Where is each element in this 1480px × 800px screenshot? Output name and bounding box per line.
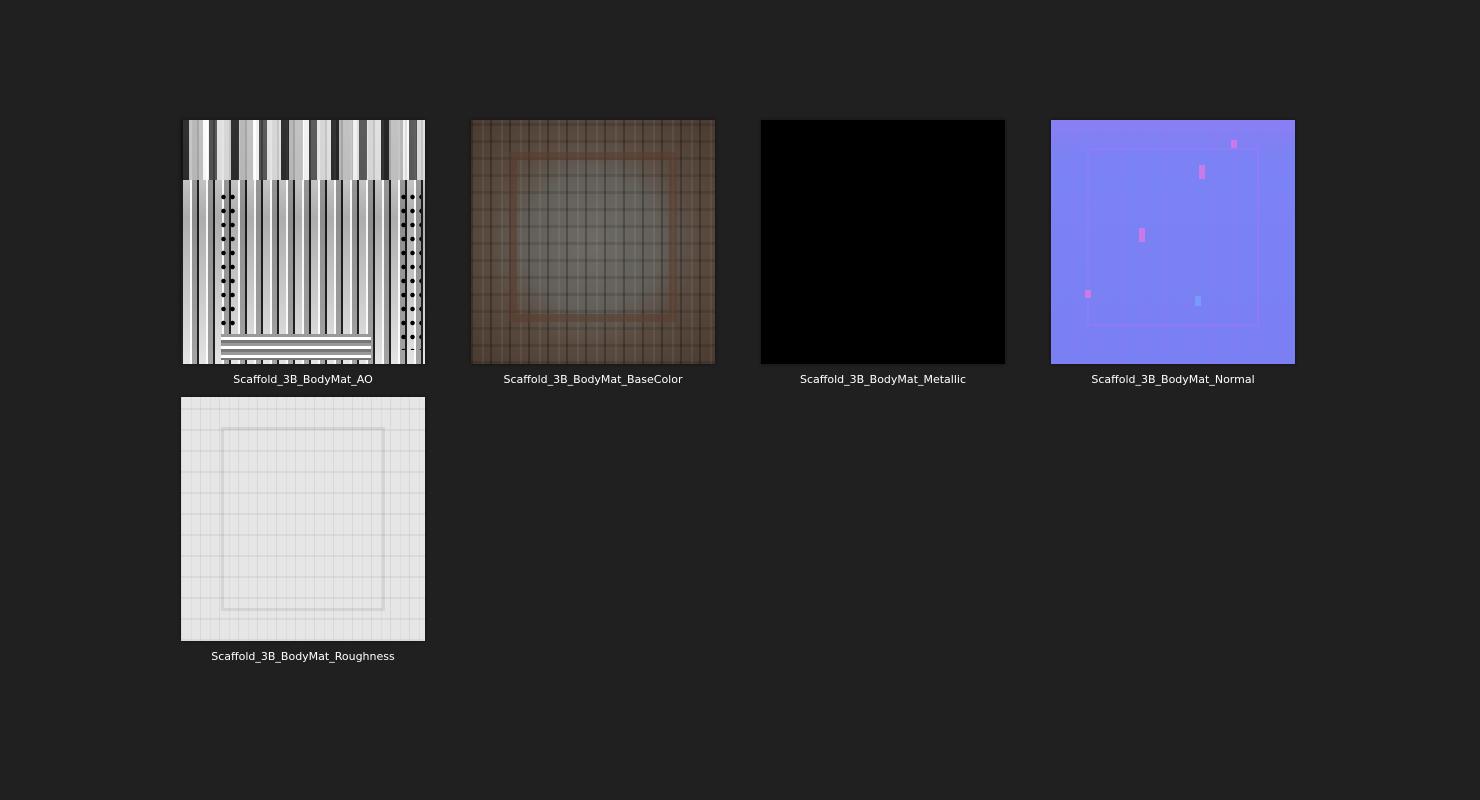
ao-pattern-dots-left [219, 190, 239, 350]
file-thumbnail-grid: Scaffold_3B_BodyMat_AO Scaffold_3B_BodyM… [0, 0, 1480, 800]
normal-texture-thumbnail [1051, 120, 1295, 364]
file-tile-metallic[interactable]: Scaffold_3B_BodyMat_Metallic [758, 120, 1008, 386]
normal-pattern-spot [1139, 228, 1145, 242]
file-tile-roughness[interactable]: Scaffold_3B_BodyMat_Roughness [178, 397, 428, 663]
file-name-label: Scaffold_3B_BodyMat_AO [233, 373, 373, 386]
ao-pattern-dots-right [399, 190, 421, 350]
file-tile-normal[interactable]: Scaffold_3B_BodyMat_Normal [1048, 120, 1298, 386]
ao-pattern-bottom [221, 334, 371, 360]
basecolor-pattern-frame [509, 152, 677, 322]
normal-pattern-frame [1087, 148, 1259, 326]
basecolor-texture-thumbnail [471, 120, 715, 364]
roughness-pattern-frame [221, 427, 385, 611]
ao-pattern-top [181, 120, 425, 180]
ao-texture-thumbnail [181, 120, 425, 364]
file-name-label: Scaffold_3B_BodyMat_BaseColor [503, 373, 683, 386]
normal-pattern-spot [1231, 140, 1237, 148]
metallic-texture-thumbnail [761, 120, 1005, 364]
normal-pattern-spot [1199, 165, 1205, 179]
file-tile-ao[interactable]: Scaffold_3B_BodyMat_AO [178, 120, 428, 386]
roughness-texture-thumbnail [181, 397, 425, 641]
file-name-label: Scaffold_3B_BodyMat_Normal [1091, 373, 1255, 386]
file-name-label: Scaffold_3B_BodyMat_Roughness [211, 650, 395, 663]
file-name-label: Scaffold_3B_BodyMat_Metallic [799, 373, 966, 386]
file-tile-basecolor[interactable]: Scaffold_3B_BodyMat_BaseColor [468, 120, 718, 386]
normal-pattern-spot [1195, 296, 1201, 306]
normal-pattern-spot [1085, 290, 1091, 298]
